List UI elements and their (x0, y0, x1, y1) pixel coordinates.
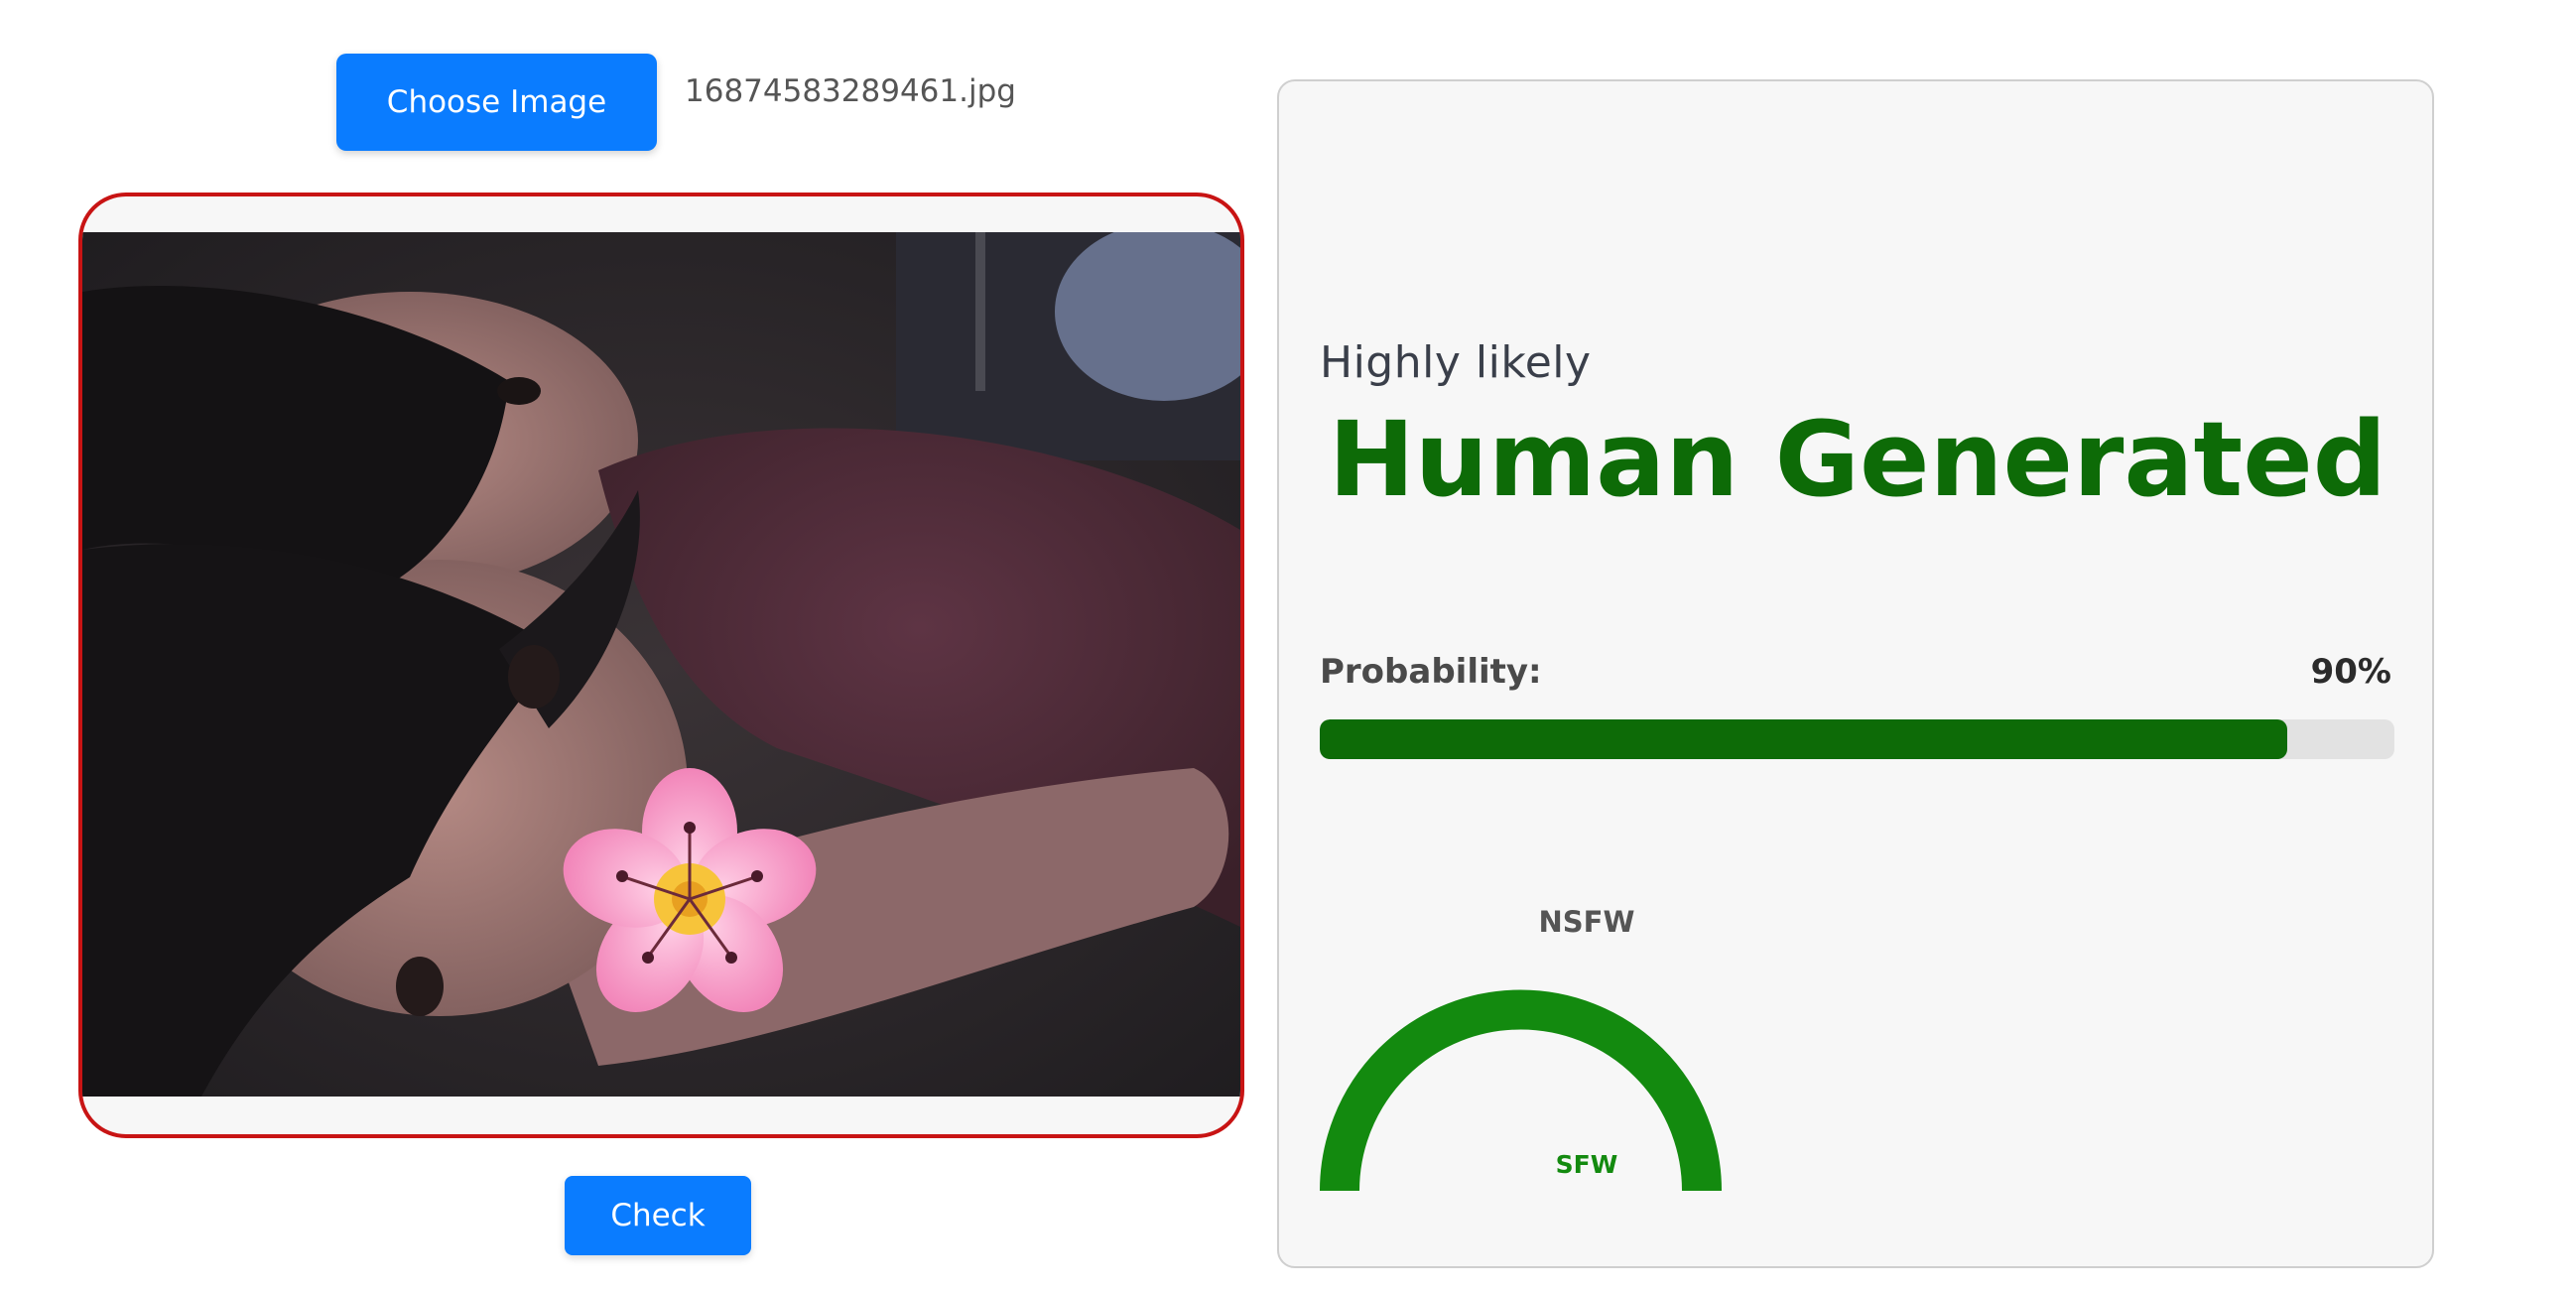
probability-label: Probability: (1320, 652, 1542, 692)
result-card: Highly likely Human Generated Probabilit… (1277, 79, 2434, 1268)
check-button[interactable]: Check (565, 1176, 751, 1255)
gauge-nsfw-label: NSFW (1538, 905, 1635, 939)
choose-image-button[interactable]: Choose Image (336, 54, 657, 151)
probability-value: 90% (2310, 652, 2391, 692)
likelihood-label: Highly likely (1320, 337, 1592, 388)
probability-bar (1320, 719, 2394, 759)
gauge-sfw-label: SFW (1555, 1150, 1618, 1179)
image-preview-frame (78, 193, 1244, 1138)
app-page: Choose Image 16874583289461.jpg Check Hi… (0, 0, 2576, 1292)
verdict-heading: Human Generated (1328, 399, 2387, 520)
preview-image (82, 232, 1240, 1097)
selected-file-name: 16874583289461.jpg (685, 73, 1016, 109)
probability-bar-fill (1320, 719, 2287, 759)
